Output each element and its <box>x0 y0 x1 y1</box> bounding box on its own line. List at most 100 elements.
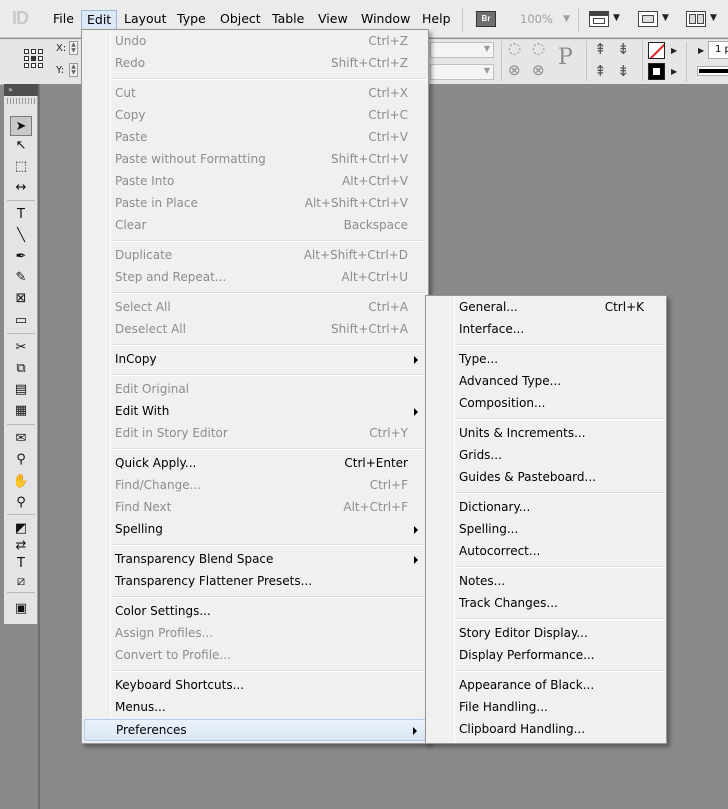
type-tool-icon[interactable]: T <box>10 205 32 225</box>
chevron-right-icon[interactable]: ▶ <box>671 67 677 76</box>
flip-vertical-icon[interactable]: ⊗ <box>532 61 545 79</box>
flip-horizontal-icon[interactable]: ⊗ <box>508 61 521 79</box>
preferences-item-story-editor-display[interactable]: Story Editor Display... <box>428 623 664 645</box>
edit-menu-item-edit-in-story-editor[interactable]: Edit in Story Editor Ctrl+Y <box>84 423 426 445</box>
edit-menu-item-quick-apply[interactable]: Quick Apply... Ctrl+Enter <box>84 453 426 475</box>
edit-menu-item-color-settings[interactable]: Color Settings... <box>84 601 426 623</box>
edit-menu-item-paste-in-place[interactable]: Paste in Place Alt+Shift+Ctrl+V <box>84 193 426 215</box>
line-tool-icon[interactable]: ╲ <box>10 226 32 246</box>
pen-tool-icon[interactable]: ✒ <box>10 247 32 267</box>
preferences-item-guides-and-pasteboard[interactable]: Guides & Pasteboard... <box>428 467 664 489</box>
edit-menu-item-preferences[interactable]: Preferences <box>84 719 426 741</box>
apply-none-icon[interactable]: ⧄ <box>10 572 32 592</box>
chevron-down-icon[interactable]: ▼ <box>710 13 717 23</box>
rectangle-tool-icon[interactable]: ▭ <box>10 311 32 331</box>
menu-edit[interactable]: Edit <box>81 10 118 30</box>
panel-grip[interactable] <box>7 98 35 104</box>
free-transform-tool-icon[interactable]: ⧉ <box>10 359 32 379</box>
zoom-tool-icon[interactable]: ⚲ <box>10 493 32 513</box>
preferences-item-units-and-increments[interactable]: Units & Increments... <box>428 423 664 445</box>
edit-menu-item-find-next[interactable]: Find Next Alt+Ctrl+F <box>84 497 426 519</box>
edit-menu-item-cut[interactable]: Cut Ctrl+X <box>84 83 426 105</box>
menu-view[interactable]: View <box>313 10 353 30</box>
height-field[interactable]: ▼ <box>430 64 494 80</box>
edit-menu-item-duplicate[interactable]: Duplicate Alt+Shift+Ctrl+D <box>84 245 426 267</box>
preferences-item-advanced-type[interactable]: Advanced Type... <box>428 371 664 393</box>
rectangle-frame-tool-icon[interactable]: ⊠ <box>10 289 32 309</box>
edit-menu-item-clear[interactable]: Clear Backspace <box>84 215 426 237</box>
arrange-documents-icon[interactable] <box>686 11 706 27</box>
rotate-ccw-icon[interactable]: ◌ <box>532 39 545 57</box>
fill-swatch[interactable] <box>648 63 665 80</box>
edit-menu-item-menus[interactable]: Menus... <box>84 697 426 719</box>
typography-p-icon[interactable]: P <box>558 45 573 70</box>
preferences-item-grids[interactable]: Grids... <box>428 445 664 467</box>
select-content-icon[interactable]: ⇞ <box>594 62 607 80</box>
preferences-item-autocorrect[interactable]: Autocorrect... <box>428 541 664 563</box>
preferences-item-file-handling[interactable]: File Handling... <box>428 697 664 719</box>
preferences-item-composition[interactable]: Composition... <box>428 393 664 415</box>
edit-menu-item-paste-into[interactable]: Paste Into Alt+Ctrl+V <box>84 171 426 193</box>
select-next-icon[interactable]: ⇟ <box>617 62 630 80</box>
preferences-item-type[interactable]: Type... <box>428 349 664 371</box>
page-tool-icon[interactable]: ⬚ <box>10 157 32 177</box>
edit-menu-item-find-change[interactable]: Find/Change... Ctrl+F <box>84 475 426 497</box>
gap-tool-icon[interactable]: ↔ <box>10 178 32 198</box>
menu-window[interactable]: Window <box>356 10 415 30</box>
select-container-icon[interactable]: ⇞ <box>594 40 607 58</box>
edit-menu-item-incopy[interactable]: InCopy <box>84 349 426 371</box>
chevron-down-icon[interactable]: ▼ <box>662 13 669 23</box>
x-spinner[interactable]: ▲ ▼ <box>69 41 78 55</box>
gradient-feather-tool-icon[interactable]: ▦ <box>10 401 32 421</box>
preferences-item-general[interactable]: General... Ctrl+K <box>428 297 664 319</box>
screen-mode-icon[interactable]: ▣ <box>10 599 32 619</box>
hand-tool-icon[interactable]: ✋ <box>10 472 32 492</box>
edit-menu-item-edit-with[interactable]: Edit With <box>84 401 426 423</box>
select-previous-icon[interactable]: ⇟ <box>617 40 630 58</box>
preferences-item-track-changes[interactable]: Track Changes... <box>428 593 664 615</box>
y-spinner[interactable]: ▲ ▼ <box>69 63 78 77</box>
pencil-tool-icon[interactable]: ✎ <box>10 268 32 288</box>
preferences-item-interface[interactable]: Interface... <box>428 319 664 341</box>
gradient-swatch-tool-icon[interactable]: ▤ <box>10 380 32 400</box>
edit-menu-item-assign-profiles[interactable]: Assign Profiles... <box>84 623 426 645</box>
preferences-item-clipboard-handling[interactable]: Clipboard Handling... <box>428 719 664 741</box>
tools-panel-header[interactable]: » <box>4 84 38 96</box>
edit-menu-item-undo[interactable]: Undo Ctrl+Z <box>84 31 426 53</box>
screen-mode-icon[interactable] <box>638 11 658 27</box>
scissors-tool-icon[interactable]: ✂ <box>10 338 32 358</box>
reference-point-icon[interactable] <box>24 49 44 69</box>
edit-menu-item-transparency-blend-space[interactable]: Transparency Blend Space <box>84 549 426 571</box>
stroke-type-preview[interactable] <box>697 66 728 76</box>
preferences-item-spelling[interactable]: Spelling... <box>428 519 664 541</box>
rotate-cw-icon[interactable]: ◌ <box>508 39 521 57</box>
width-field[interactable]: ▼ <box>430 42 494 58</box>
edit-menu-item-keyboard-shortcuts[interactable]: Keyboard Shortcuts... <box>84 675 426 697</box>
menu-type[interactable]: Type <box>172 10 211 30</box>
edit-menu-item-deselect-all[interactable]: Deselect All Shift+Ctrl+A <box>84 319 426 341</box>
formatting-affects-icon[interactable]: T <box>10 554 32 574</box>
direct-selection-tool-icon[interactable]: ↖ <box>10 136 32 156</box>
stroke-weight-field[interactable]: 1 p <box>708 41 728 59</box>
stroke-weight-chevron-icon[interactable]: ▶ <box>698 46 704 55</box>
edit-menu-item-copy[interactable]: Copy Ctrl+C <box>84 105 426 127</box>
edit-menu-item-redo[interactable]: Redo Shift+Ctrl+Z <box>84 53 426 75</box>
menu-object[interactable]: Object <box>215 10 266 30</box>
edit-menu-item-select-all[interactable]: Select All Ctrl+A <box>84 297 426 319</box>
edit-menu-item-spelling[interactable]: Spelling <box>84 519 426 541</box>
chevron-down-icon[interactable]: ▼ <box>613 13 620 23</box>
eyedropper-tool-icon[interactable]: ⚲ <box>10 450 32 470</box>
menu-help[interactable]: Help <box>417 10 456 30</box>
edit-menu-item-paste[interactable]: Paste Ctrl+V <box>84 127 426 149</box>
view-options-icon[interactable] <box>589 11 609 27</box>
preferences-item-dictionary[interactable]: Dictionary... <box>428 497 664 519</box>
zoom-level-dropdown[interactable]: 100% ▼ <box>512 9 570 29</box>
preferences-item-display-performance[interactable]: Display Performance... <box>428 645 664 667</box>
edit-menu-item-transparency-flattener-presets[interactable]: Transparency Flattener Presets... <box>84 571 426 593</box>
edit-menu-item-edit-original[interactable]: Edit Original <box>84 379 426 401</box>
selection-tool-icon[interactable]: ➤ <box>10 116 32 136</box>
menu-table[interactable]: Table <box>267 10 309 30</box>
menu-layout[interactable]: Layout <box>119 10 172 30</box>
bridge-button[interactable]: Br <box>476 11 496 27</box>
edit-menu-item-step-and-repeat[interactable]: Step and Repeat... Alt+Ctrl+U <box>84 267 426 289</box>
